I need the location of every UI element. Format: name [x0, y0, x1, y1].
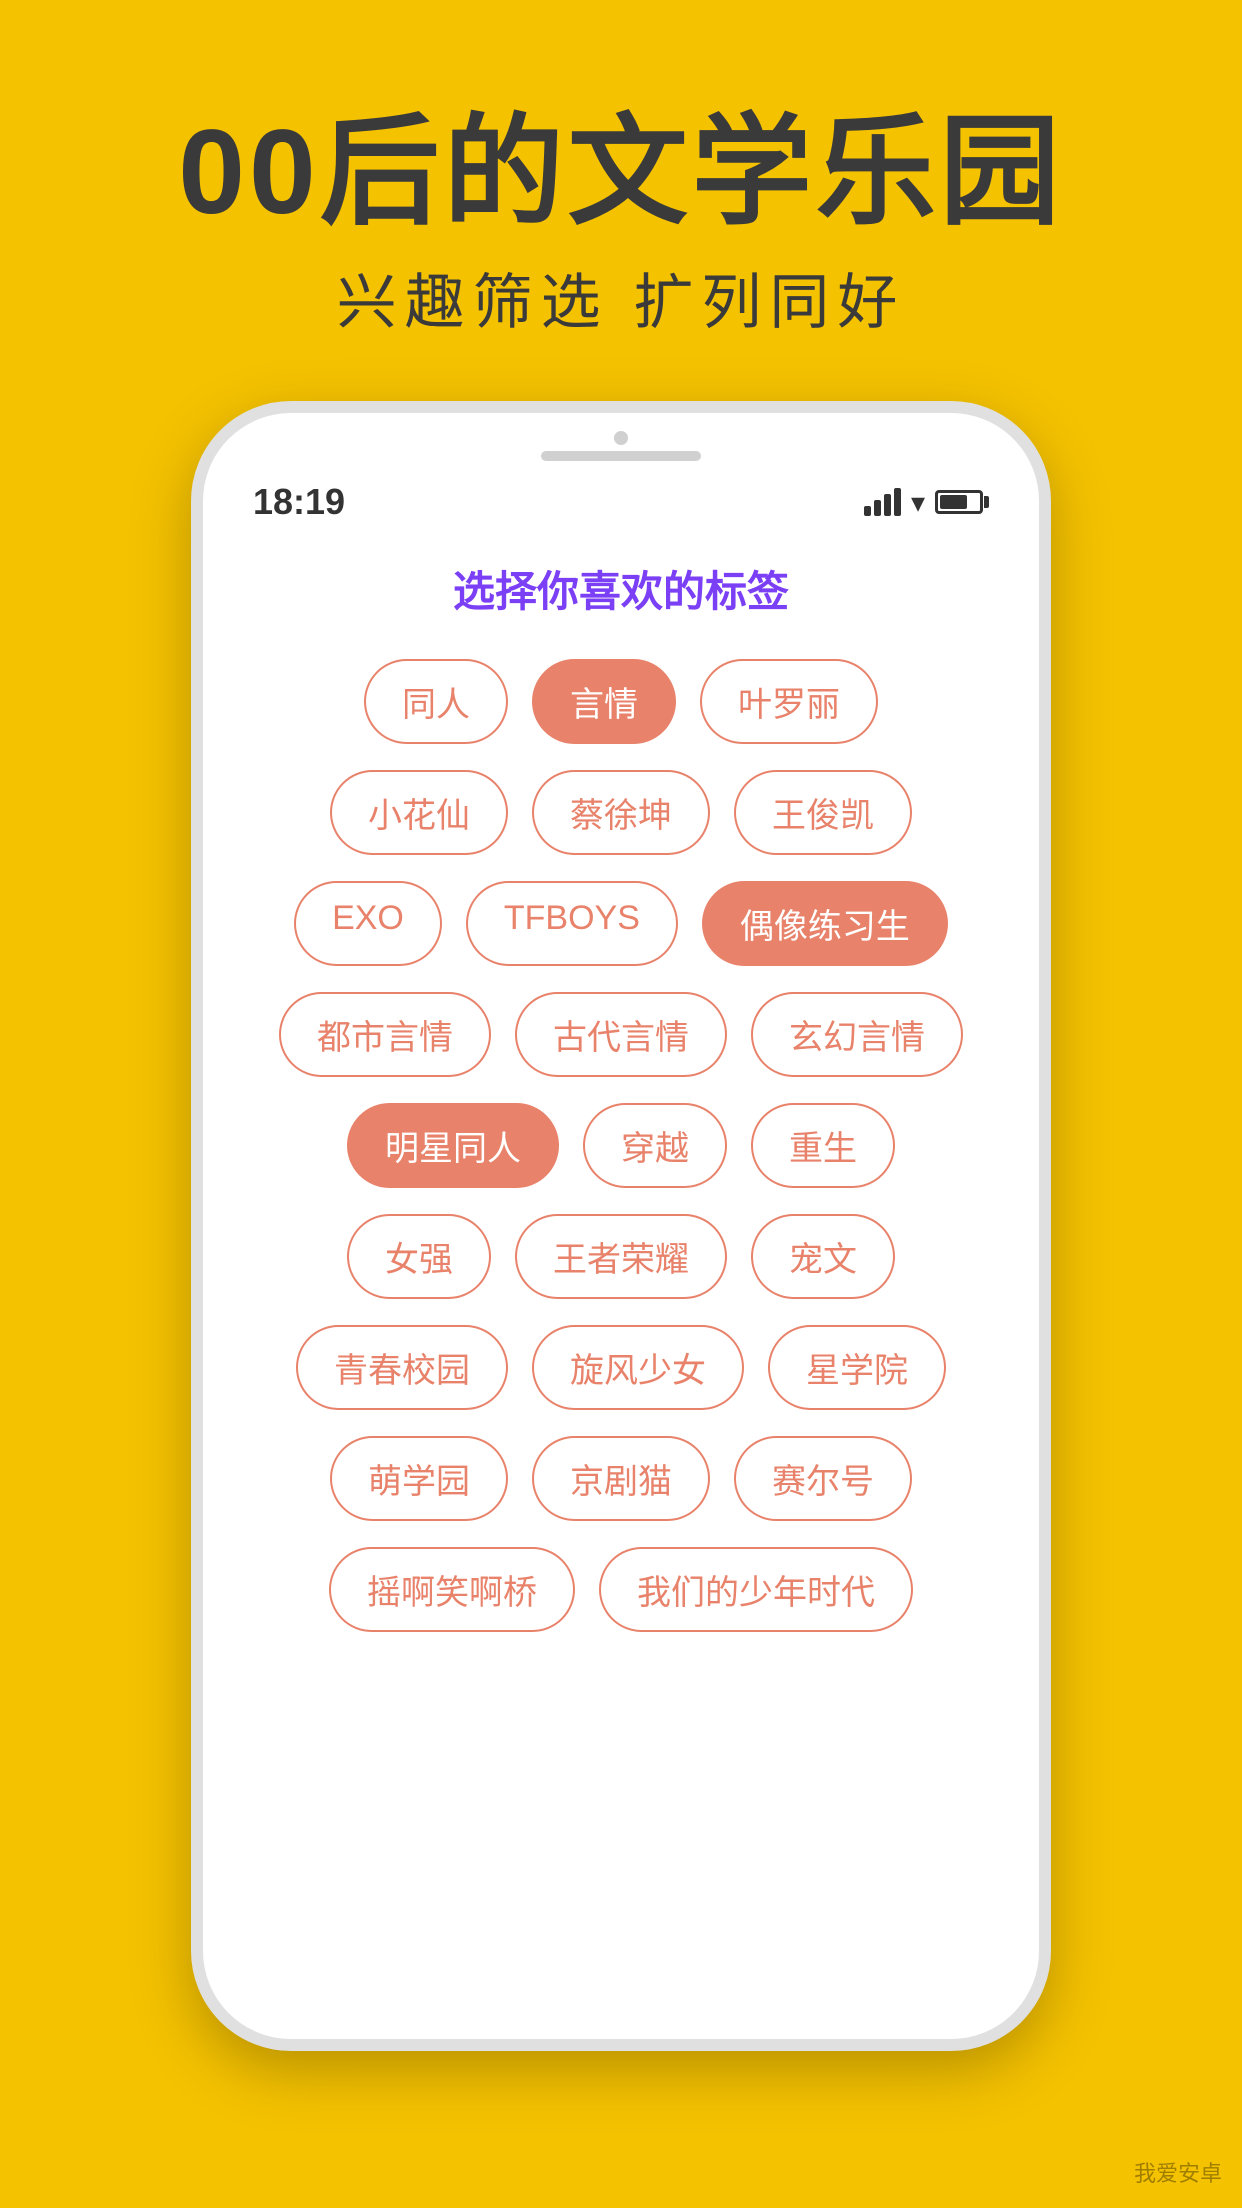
wifi-icon: ▾: [911, 486, 925, 519]
phone-camera: [614, 431, 628, 445]
tag-8-1[interactable]: 我们的少年时代: [599, 1547, 913, 1632]
tag-6-0[interactable]: 青春校园: [296, 1325, 508, 1410]
tags-row-0: 同人言情叶罗丽: [364, 659, 878, 744]
signal-bar-2: [874, 500, 881, 516]
sub-title: 兴趣筛选 扩列同好: [337, 254, 906, 341]
status-icons: ▾: [864, 486, 989, 519]
status-time: 18:19: [253, 481, 345, 523]
tag-8-0[interactable]: 摇啊笑啊桥: [329, 1547, 575, 1632]
signal-icon: [864, 488, 901, 516]
tag-0-1[interactable]: 言情: [532, 659, 676, 744]
tag-1-2[interactable]: 王俊凯: [734, 770, 912, 855]
tag-0-0[interactable]: 同人: [364, 659, 508, 744]
header-area: 00后的文学乐园 兴趣筛选 扩列同好: [0, 0, 1242, 401]
phone-content: 选择你喜欢的标签 同人言情叶罗丽小花仙蔡徐坤王俊凯EXOTFBOYS偶像练习生都…: [203, 528, 1039, 2039]
main-title: 00后的文学乐园: [178, 100, 1063, 244]
tag-6-1[interactable]: 旋风少女: [532, 1325, 744, 1410]
status-bar: 18:19 ▾: [203, 471, 1039, 528]
phone-speaker: [541, 451, 701, 461]
phone-mockup: 18:19 ▾ 选择你喜欢的标签 同人言情叶罗丽小花仙蔡徐坤王俊凯EXOTFBO…: [191, 401, 1051, 2051]
tag-7-0[interactable]: 萌学园: [330, 1436, 508, 1521]
signal-bar-1: [864, 506, 871, 516]
tags-row-6: 青春校园旋风少女星学院: [296, 1325, 946, 1410]
tag-3-0[interactable]: 都市言情: [279, 992, 491, 1077]
tag-4-0[interactable]: 明星同人: [347, 1103, 559, 1188]
battery-fill: [940, 495, 967, 509]
tag-1-1[interactable]: 蔡徐坤: [532, 770, 710, 855]
battery-body: [935, 490, 983, 514]
tag-4-2[interactable]: 重生: [751, 1103, 895, 1188]
tag-7-2[interactable]: 赛尔号: [734, 1436, 912, 1521]
tag-5-2[interactable]: 宠文: [751, 1214, 895, 1299]
tag-2-1[interactable]: TFBOYS: [466, 881, 678, 966]
signal-bar-4: [894, 488, 901, 516]
tag-3-1[interactable]: 古代言情: [515, 992, 727, 1077]
battery-tip: [984, 496, 989, 508]
tag-7-1[interactable]: 京剧猫: [532, 1436, 710, 1521]
tags-row-4: 明星同人穿越重生: [347, 1103, 895, 1188]
tag-2-2[interactable]: 偶像练习生: [702, 881, 948, 966]
tag-6-2[interactable]: 星学院: [768, 1325, 946, 1410]
tags-container: 同人言情叶罗丽小花仙蔡徐坤王俊凯EXOTFBOYS偶像练习生都市言情古代言情玄幻…: [243, 659, 999, 1632]
phone-top-decoration: [203, 413, 1039, 471]
tags-row-5: 女强王者荣耀宠文: [347, 1214, 895, 1299]
tag-1-0[interactable]: 小花仙: [330, 770, 508, 855]
tags-row-1: 小花仙蔡徐坤王俊凯: [330, 770, 912, 855]
tags-row-7: 萌学园京剧猫赛尔号: [330, 1436, 912, 1521]
watermark: 我爱安卓: [1134, 2156, 1222, 2188]
tag-0-2[interactable]: 叶罗丽: [700, 659, 878, 744]
tag-4-1[interactable]: 穿越: [583, 1103, 727, 1188]
tag-2-0[interactable]: EXO: [294, 881, 442, 966]
battery-icon: [935, 490, 989, 514]
tags-row-8: 摇啊笑啊桥我们的少年时代: [329, 1547, 913, 1632]
tags-row-3: 都市言情古代言情玄幻言情: [279, 992, 963, 1077]
tag-3-2[interactable]: 玄幻言情: [751, 992, 963, 1077]
tag-5-0[interactable]: 女强: [347, 1214, 491, 1299]
page-title: 选择你喜欢的标签: [453, 558, 789, 619]
tag-5-1[interactable]: 王者荣耀: [515, 1214, 727, 1299]
signal-bar-3: [884, 494, 891, 516]
tags-row-2: EXO TFBOYS 偶像练习生: [294, 881, 948, 966]
